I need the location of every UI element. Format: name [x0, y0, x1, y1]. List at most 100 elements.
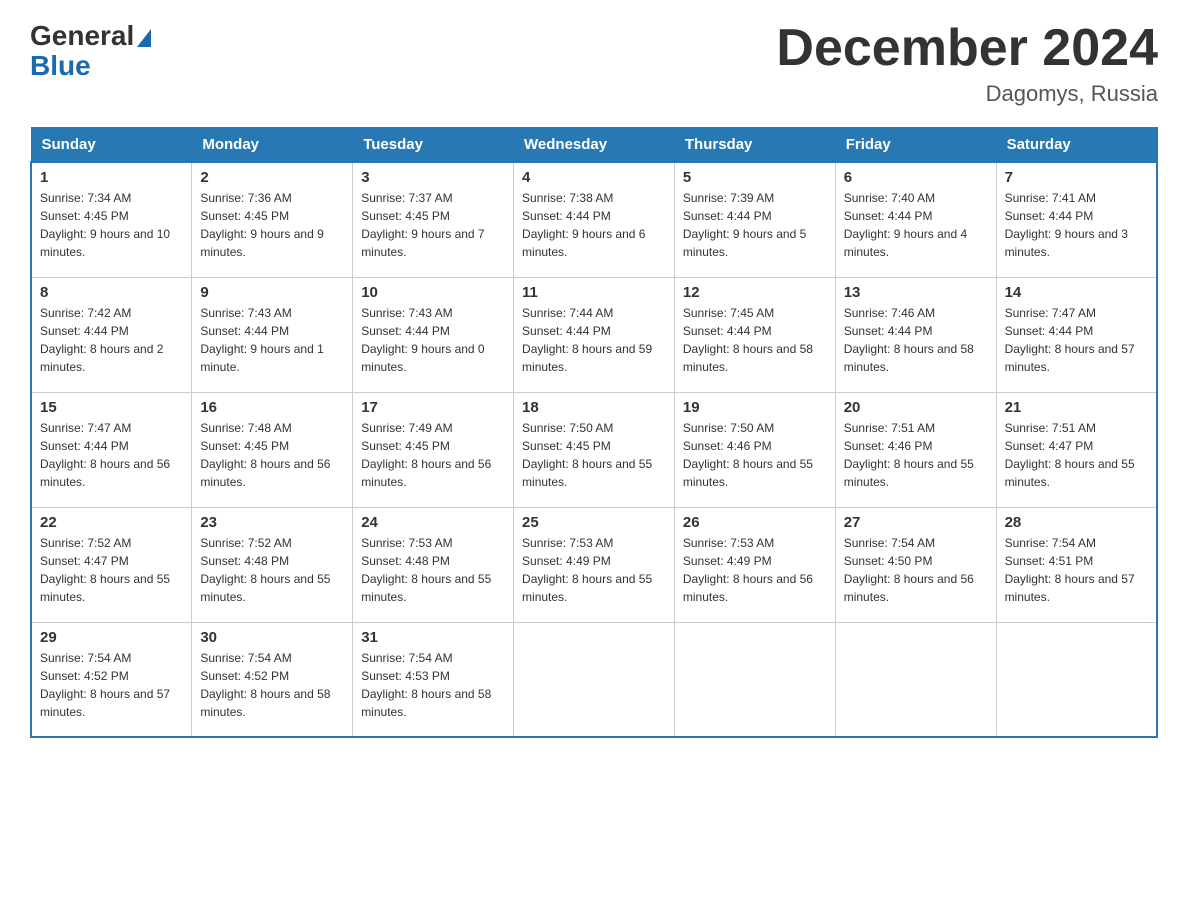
- calendar-cell: 1 Sunrise: 7:34 AMSunset: 4:45 PMDaylight…: [31, 162, 192, 277]
- calendar-cell: 17Sunrise: 7:49 AMSunset: 4:45 PMDayligh…: [353, 392, 514, 507]
- calendar-cell: 2 Sunrise: 7:36 AMSunset: 4:45 PMDaylight…: [192, 162, 353, 277]
- day-number: 7: [1005, 169, 1148, 186]
- day-number: 1: [40, 169, 183, 186]
- day-info: Sunrise: 7:54 AMSunset: 4:53 PMDaylight:…: [361, 649, 505, 721]
- header-thursday: Thursday: [674, 128, 835, 163]
- title-section: December 2024 Dagomys, Russia: [776, 20, 1158, 107]
- day-info: Sunrise: 7:54 AMSunset: 4:51 PMDaylight:…: [1005, 534, 1148, 606]
- week-row-2: 8Sunrise: 7:42 AMSunset: 4:44 PMDaylight…: [31, 277, 1157, 392]
- day-info: Sunrise: 7:54 AMSunset: 4:52 PMDaylight:…: [40, 649, 183, 721]
- page-header: General Blue December 2024 Dagomys, Russ…: [30, 20, 1158, 107]
- calendar-cell: 13 Sunrise: 7:46 AMSunset: 4:44 PMDayligh…: [835, 277, 996, 392]
- day-number: 27: [844, 514, 988, 531]
- calendar-cell: 10 Sunrise: 7:43 AMSunset: 4:44 PMDayligh…: [353, 277, 514, 392]
- calendar-cell: 29Sunrise: 7:54 AMSunset: 4:52 PMDayligh…: [31, 622, 192, 737]
- day-info: Sunrise: 7:53 AMSunset: 4:49 PMDaylight:…: [683, 534, 827, 606]
- day-number: 24: [361, 514, 505, 531]
- day-number: 25: [522, 514, 666, 531]
- calendar-cell: 7 Sunrise: 7:41 AMSunset: 4:44 PMDaylight…: [996, 162, 1157, 277]
- header-sunday: Sunday: [31, 128, 192, 163]
- day-info: Sunrise: 7:34 AMSunset: 4:45 PMDaylight:…: [40, 189, 183, 261]
- calendar-cell: 26 Sunrise: 7:53 AMSunset: 4:49 PMDayligh…: [674, 507, 835, 622]
- calendar-cell: 22 Sunrise: 7:52 AMSunset: 4:47 PMDayligh…: [31, 507, 192, 622]
- day-info: Sunrise: 7:46 AMSunset: 4:44 PMDaylight:…: [844, 304, 988, 376]
- calendar-cell: 8Sunrise: 7:42 AMSunset: 4:44 PMDaylight…: [31, 277, 192, 392]
- day-info: Sunrise: 7:49 AMSunset: 4:45 PMDaylight:…: [361, 419, 505, 491]
- day-number: 5: [683, 169, 827, 186]
- day-number: 4: [522, 169, 666, 186]
- day-number: 22: [40, 514, 183, 531]
- header-wednesday: Wednesday: [514, 128, 675, 163]
- calendar-cell: 24 Sunrise: 7:53 AMSunset: 4:48 PMDayligh…: [353, 507, 514, 622]
- day-info: Sunrise: 7:51 AMSunset: 4:46 PMDaylight:…: [844, 419, 988, 491]
- day-number: 19: [683, 399, 827, 416]
- location-label: Dagomys, Russia: [776, 81, 1158, 107]
- calendar-cell: [835, 622, 996, 737]
- day-info: Sunrise: 7:36 AMSunset: 4:45 PMDaylight:…: [200, 189, 344, 261]
- day-info: Sunrise: 7:38 AMSunset: 4:44 PMDaylight:…: [522, 189, 666, 261]
- day-number: 8: [40, 284, 183, 301]
- header-tuesday: Tuesday: [353, 128, 514, 163]
- day-info: Sunrise: 7:52 AMSunset: 4:47 PMDaylight:…: [40, 534, 183, 606]
- day-info: Sunrise: 7:43 AMSunset: 4:44 PMDaylight:…: [361, 304, 505, 376]
- day-info: Sunrise: 7:47 AMSunset: 4:44 PMDaylight:…: [1005, 304, 1148, 376]
- week-row-5: 29Sunrise: 7:54 AMSunset: 4:52 PMDayligh…: [31, 622, 1157, 737]
- day-info: Sunrise: 7:43 AMSunset: 4:44 PMDaylight:…: [200, 304, 344, 376]
- calendar-cell: 18 Sunrise: 7:50 AMSunset: 4:45 PMDayligh…: [514, 392, 675, 507]
- logo-general-text: General: [30, 20, 134, 52]
- day-number: 23: [200, 514, 344, 531]
- calendar-cell: 23Sunrise: 7:52 AMSunset: 4:48 PMDayligh…: [192, 507, 353, 622]
- calendar-table: SundayMondayTuesdayWednesdayThursdayFrid…: [30, 127, 1158, 738]
- calendar-cell: 27 Sunrise: 7:54 AMSunset: 4:50 PMDayligh…: [835, 507, 996, 622]
- calendar-cell: 15Sunrise: 7:47 AMSunset: 4:44 PMDayligh…: [31, 392, 192, 507]
- day-number: 26: [683, 514, 827, 531]
- calendar-cell: 3Sunrise: 7:37 AMSunset: 4:45 PMDaylight…: [353, 162, 514, 277]
- day-info: Sunrise: 7:41 AMSunset: 4:44 PMDaylight:…: [1005, 189, 1148, 261]
- header-row: SundayMondayTuesdayWednesdayThursdayFrid…: [31, 128, 1157, 163]
- day-number: 18: [522, 399, 666, 416]
- calendar-cell: 19 Sunrise: 7:50 AMSunset: 4:46 PMDayligh…: [674, 392, 835, 507]
- day-info: Sunrise: 7:39 AMSunset: 4:44 PMDaylight:…: [683, 189, 827, 261]
- day-info: Sunrise: 7:53 AMSunset: 4:49 PMDaylight:…: [522, 534, 666, 606]
- calendar-cell: [674, 622, 835, 737]
- logo-blue-text: Blue: [30, 50, 91, 82]
- day-number: 16: [200, 399, 344, 416]
- day-info: Sunrise: 7:47 AMSunset: 4:44 PMDaylight:…: [40, 419, 183, 491]
- day-number: 14: [1005, 284, 1148, 301]
- calendar-cell: 5 Sunrise: 7:39 AMSunset: 4:44 PMDaylight…: [674, 162, 835, 277]
- calendar-cell: 31 Sunrise: 7:54 AMSunset: 4:53 PMDayligh…: [353, 622, 514, 737]
- calendar-cell: 16 Sunrise: 7:48 AMSunset: 4:45 PMDayligh…: [192, 392, 353, 507]
- day-info: Sunrise: 7:45 AMSunset: 4:44 PMDaylight:…: [683, 304, 827, 376]
- week-row-1: 1 Sunrise: 7:34 AMSunset: 4:45 PMDaylight…: [31, 162, 1157, 277]
- day-info: Sunrise: 7:48 AMSunset: 4:45 PMDaylight:…: [200, 419, 344, 491]
- day-number: 21: [1005, 399, 1148, 416]
- header-monday: Monday: [192, 128, 353, 163]
- day-number: 13: [844, 284, 988, 301]
- calendar-cell: 20Sunrise: 7:51 AMSunset: 4:46 PMDayligh…: [835, 392, 996, 507]
- header-saturday: Saturday: [996, 128, 1157, 163]
- calendar-cell: 6 Sunrise: 7:40 AMSunset: 4:44 PMDaylight…: [835, 162, 996, 277]
- day-number: 11: [522, 284, 666, 301]
- day-number: 9: [200, 284, 344, 301]
- day-info: Sunrise: 7:54 AMSunset: 4:52 PMDaylight:…: [200, 649, 344, 721]
- day-number: 2: [200, 169, 344, 186]
- day-number: 10: [361, 284, 505, 301]
- day-info: Sunrise: 7:53 AMSunset: 4:48 PMDaylight:…: [361, 534, 505, 606]
- calendar-cell: 9 Sunrise: 7:43 AMSunset: 4:44 PMDaylight…: [192, 277, 353, 392]
- calendar-cell: 25 Sunrise: 7:53 AMSunset: 4:49 PMDayligh…: [514, 507, 675, 622]
- day-info: Sunrise: 7:51 AMSunset: 4:47 PMDaylight:…: [1005, 419, 1148, 491]
- day-number: 30: [200, 629, 344, 646]
- day-info: Sunrise: 7:40 AMSunset: 4:44 PMDaylight:…: [844, 189, 988, 261]
- calendar-cell: 12Sunrise: 7:45 AMSunset: 4:44 PMDayligh…: [674, 277, 835, 392]
- calendar-cell: 4 Sunrise: 7:38 AMSunset: 4:44 PMDaylight…: [514, 162, 675, 277]
- day-info: Sunrise: 7:50 AMSunset: 4:46 PMDaylight:…: [683, 419, 827, 491]
- calendar-cell: 21 Sunrise: 7:51 AMSunset: 4:47 PMDayligh…: [996, 392, 1157, 507]
- week-row-4: 22 Sunrise: 7:52 AMSunset: 4:47 PMDayligh…: [31, 507, 1157, 622]
- day-number: 6: [844, 169, 988, 186]
- day-info: Sunrise: 7:50 AMSunset: 4:45 PMDaylight:…: [522, 419, 666, 491]
- day-number: 28: [1005, 514, 1148, 531]
- calendar-cell: 30 Sunrise: 7:54 AMSunset: 4:52 PMDayligh…: [192, 622, 353, 737]
- day-info: Sunrise: 7:54 AMSunset: 4:50 PMDaylight:…: [844, 534, 988, 606]
- calendar-cell: 11Sunrise: 7:44 AMSunset: 4:44 PMDayligh…: [514, 277, 675, 392]
- day-number: 31: [361, 629, 505, 646]
